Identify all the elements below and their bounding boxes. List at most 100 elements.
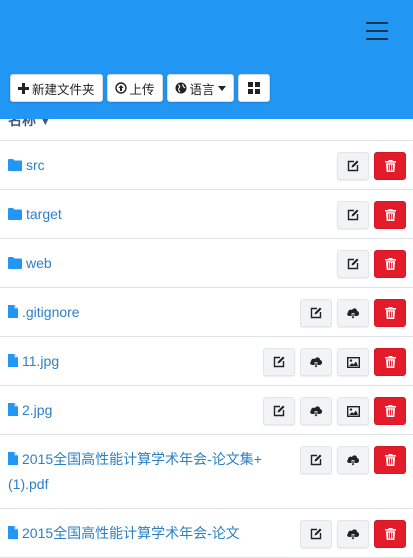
edit-icon	[273, 356, 285, 368]
download-button[interactable]	[337, 520, 369, 548]
file-name-link[interactable]: 2015全国高性能计算学术年会-论文集+(1).pdf	[8, 447, 288, 496]
file-name-link[interactable]: web	[8, 251, 288, 276]
row-actions	[300, 520, 406, 548]
caret-down-icon	[217, 85, 226, 91]
rename-button[interactable]	[300, 446, 332, 474]
row-actions	[337, 152, 406, 180]
row-actions	[300, 299, 406, 327]
folder-row[interactable]: web	[0, 239, 413, 288]
trash-icon	[384, 405, 396, 417]
file-name-link[interactable]: 2.jpg	[8, 398, 288, 423]
rename-button[interactable]	[300, 520, 332, 548]
file-name: target	[26, 206, 62, 222]
grid-icon	[247, 82, 260, 94]
folder-row[interactable]: target	[0, 190, 413, 239]
folder-row[interactable]: src	[0, 141, 413, 190]
file-name: src	[26, 157, 45, 173]
file-icon	[8, 301, 18, 325]
file-row[interactable]: 2015全国高性能计算学术年会-论文	[0, 509, 413, 558]
new-folder-button[interactable]: 新建文件夹	[10, 74, 103, 102]
upload-icon	[114, 82, 127, 94]
row-actions	[263, 348, 406, 376]
rename-button[interactable]	[337, 201, 369, 229]
cloud-download-icon	[346, 454, 360, 466]
cloud-download-icon	[309, 356, 323, 368]
file-name-link[interactable]: 2015全国高性能计算学术年会-论文	[8, 521, 288, 546]
file-toolbar: 新建文件夹 上传 语言	[10, 74, 270, 102]
cloud-download-icon	[346, 307, 360, 319]
globe-icon	[175, 82, 187, 94]
edit-icon	[310, 307, 322, 319]
file-row[interactable]: 2015全国高性能计算学术年会-论文集+(1).pdf	[0, 435, 413, 509]
folder-icon	[8, 203, 22, 227]
new-folder-label: 新建文件夹	[32, 82, 95, 97]
rename-button[interactable]	[337, 250, 369, 278]
file-name-link[interactable]: 11.jpg	[8, 349, 288, 374]
file-name-link[interactable]: .gitignore	[8, 300, 288, 325]
trash-icon	[384, 454, 396, 466]
edit-icon	[310, 454, 322, 466]
preview-button[interactable]	[337, 348, 369, 376]
download-button[interactable]	[300, 348, 332, 376]
menu-icon[interactable]	[362, 20, 392, 42]
file-icon	[8, 399, 18, 423]
file-list: src target web .gitignore 11.jpg 2.jpg 2015全国高…	[0, 140, 413, 558]
trash-icon	[384, 258, 396, 270]
rename-button[interactable]	[263, 397, 295, 425]
delete-button[interactable]	[374, 299, 406, 327]
rename-button[interactable]	[263, 348, 295, 376]
edit-icon	[347, 160, 359, 172]
file-icon	[8, 522, 18, 546]
top-navbar: 新建文件夹 上传 语言	[0, 0, 413, 119]
row-actions	[300, 446, 406, 474]
file-row[interactable]: .gitignore	[0, 288, 413, 337]
file-row[interactable]: 11.jpg	[0, 337, 413, 386]
download-button[interactable]	[300, 397, 332, 425]
row-actions	[337, 201, 406, 229]
delete-button[interactable]	[374, 348, 406, 376]
plus-icon	[18, 82, 29, 94]
delete-button[interactable]	[374, 397, 406, 425]
edit-icon	[347, 209, 359, 221]
file-name: 2.jpg	[22, 402, 53, 418]
upload-label: 上传	[129, 82, 155, 97]
rename-button[interactable]	[337, 152, 369, 180]
cloud-download-icon	[309, 405, 323, 417]
trash-icon	[384, 209, 396, 221]
rename-button[interactable]	[300, 299, 332, 327]
file-icon	[8, 350, 18, 374]
trash-icon	[384, 160, 396, 172]
language-dropdown[interactable]: 语言	[166, 74, 234, 102]
row-actions	[263, 397, 406, 425]
trash-icon	[384, 307, 396, 319]
file-name: 11.jpg	[22, 353, 60, 369]
language-label: 语言	[189, 82, 215, 97]
folder-icon	[8, 252, 22, 276]
download-button[interactable]	[337, 446, 369, 474]
edit-icon	[273, 405, 285, 417]
upload-button[interactable]: 上传	[106, 74, 163, 102]
file-row[interactable]: 2.jpg	[0, 386, 413, 435]
file-name-link[interactable]: target	[8, 202, 288, 227]
folder-icon	[8, 154, 22, 178]
delete-button[interactable]	[374, 152, 406, 180]
delete-button[interactable]	[374, 446, 406, 474]
trash-icon	[384, 528, 396, 540]
image-icon	[346, 405, 360, 417]
image-icon	[346, 356, 360, 368]
delete-button[interactable]	[374, 250, 406, 278]
edit-icon	[347, 258, 359, 270]
delete-button[interactable]	[374, 520, 406, 548]
delete-button[interactable]	[374, 201, 406, 229]
row-actions	[337, 250, 406, 278]
file-name: 2015全国高性能计算学术年会-论文集+(1).pdf	[8, 451, 262, 492]
cloud-download-icon	[346, 528, 360, 540]
file-name: .gitignore	[22, 304, 80, 320]
preview-button[interactable]	[337, 397, 369, 425]
file-name-link[interactable]: src	[8, 153, 288, 178]
grid-view-button[interactable]	[237, 74, 270, 102]
file-name: web	[26, 255, 52, 271]
download-button[interactable]	[337, 299, 369, 327]
file-icon	[8, 448, 18, 472]
trash-icon	[384, 356, 396, 368]
